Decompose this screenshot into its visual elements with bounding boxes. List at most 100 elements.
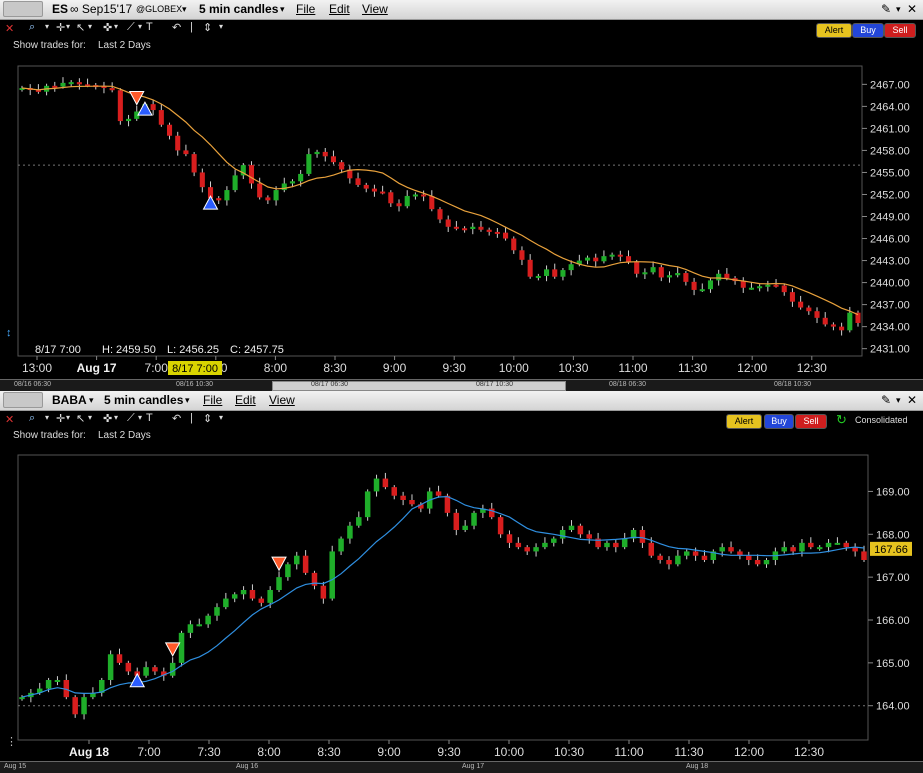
symbol-label[interactable]: ES	[52, 2, 68, 16]
bottom-chart[interactable]: 169.00 168.00 167.00 166.00 165.00 164.00 Aug …	[0, 431, 923, 761]
dropdown-icon[interactable]: ▾	[66, 22, 70, 31]
top-chart[interactable]: 2467.00 2464.00 2461.00 2458.00 2455.00 2452.…	[0, 40, 923, 380]
draw-icon[interactable]: ⟋	[127, 412, 135, 425]
candle-body	[707, 280, 714, 290]
exchange-label[interactable]: @GLOBEX	[136, 4, 182, 14]
top-time-scrollbar[interactable]: 08/16 06:30 08/16 10:30 08/17 06:30 08/1…	[0, 379, 923, 391]
dropdown-icon[interactable]: ▾	[45, 22, 49, 31]
alert-button[interactable]: Alert	[726, 414, 762, 429]
alert-button[interactable]: Alert	[816, 23, 852, 38]
candle-body	[544, 269, 550, 276]
zoom-icon[interactable]: ⌕	[29, 412, 35, 425]
axis-toggle-icon: ⋮	[6, 736, 17, 748]
timeframe-dropdown-icon[interactable]: ▾	[280, 4, 285, 15]
candle-body	[273, 190, 279, 201]
timeframe-dropdown-icon[interactable]: ▾	[185, 395, 190, 406]
candle-body	[404, 195, 410, 207]
close-icon[interactable]: ✕	[907, 2, 917, 16]
close-icon[interactable]: ✕	[5, 413, 14, 426]
wrench-icon[interactable]: ✎	[881, 2, 891, 16]
dropdown-icon[interactable]: ▾	[896, 395, 901, 406]
candle-body	[143, 667, 149, 676]
dropdown-icon[interactable]: ▾	[88, 22, 92, 31]
candle-body	[231, 594, 238, 599]
close-icon[interactable]: ✕	[5, 22, 14, 35]
bottom-time-scrollbar[interactable]: Aug 15 Aug 16 Aug 17 Aug 18	[0, 761, 923, 773]
menu-file[interactable]: File	[203, 393, 222, 407]
buy-button[interactable]: Buy	[764, 414, 794, 429]
sell-button[interactable]: Sell	[884, 23, 916, 38]
arrow-icon[interactable]: ↖	[76, 21, 85, 34]
menu-file[interactable]: File	[296, 2, 315, 16]
y-tick-label: 2452.00	[870, 189, 910, 201]
menu-edit[interactable]: Edit	[235, 393, 256, 407]
candle-body	[816, 547, 823, 550]
text-icon[interactable]: T	[146, 21, 153, 33]
menu-view[interactable]: View	[269, 393, 295, 407]
refresh-icon[interactable]: ↻	[836, 412, 847, 428]
scroll-label: 08/18 06:30	[609, 381, 646, 388]
candle-body	[861, 551, 867, 560]
dropdown-icon[interactable]: ▾	[114, 22, 118, 31]
text-icon[interactable]: T	[146, 412, 153, 424]
moving-average-line	[21, 495, 865, 698]
timeframe-label[interactable]: 5 min candles	[199, 2, 278, 16]
bottom-toolbar: BABA ▾ 5 min candles ▾ File Edit View ✎ …	[0, 391, 923, 411]
pan-icon[interactable]: ✜	[103, 21, 112, 34]
contract-label[interactable]: ∞ Sep15'17	[70, 2, 132, 16]
dropdown-icon[interactable]: ▾	[138, 413, 142, 422]
top-toolbar-row-2: ✕ ⌕ ▾ ✛ ▾ ↖ ▾ ✜ ▾ ⟋ ▾ T ↶ | ⇕ ▾ Show tra…	[0, 20, 923, 51]
crosshair-icon[interactable]: ✛	[56, 21, 65, 34]
axis-toggle-icon: ↕	[6, 327, 12, 339]
candle-body	[699, 289, 705, 292]
exchange-dropdown-icon[interactable]: ▾	[182, 4, 187, 15]
candle-body	[584, 257, 591, 261]
dropdown-icon[interactable]: ▾	[896, 4, 901, 15]
window-controls[interactable]	[3, 392, 43, 408]
expand-icon[interactable]: ⇕	[203, 412, 212, 425]
expand-icon[interactable]: ⇕	[203, 21, 212, 34]
sell-button[interactable]: Sell	[795, 414, 827, 429]
vertical-line-icon[interactable]: |	[190, 412, 193, 424]
undo-icon[interactable]: ↶	[172, 21, 181, 34]
symbol-dropdown-icon[interactable]: ▾	[89, 395, 94, 406]
pan-icon[interactable]: ✜	[103, 412, 112, 425]
x-tick-label: 11:00	[618, 361, 647, 375]
symbol-label[interactable]: BABA	[52, 393, 87, 407]
crosshair-icon[interactable]: ✛	[56, 412, 65, 425]
buy-marker	[129, 672, 146, 688]
dropdown-icon[interactable]: ▾	[114, 413, 118, 422]
candle-body	[746, 555, 752, 560]
timeframe-label[interactable]: 5 min candles	[104, 393, 183, 407]
candle-body	[765, 284, 771, 287]
y-tick-label: 164.00	[876, 701, 910, 713]
menu-edit[interactable]: Edit	[329, 2, 350, 16]
wrench-icon[interactable]: ✎	[881, 393, 891, 407]
scroll-label: 08/16 10:30	[176, 381, 213, 388]
candle-body	[808, 542, 814, 548]
dropdown-icon[interactable]: ▾	[45, 413, 49, 422]
dropdown-icon[interactable]: ▾	[219, 413, 223, 422]
consolidated-label[interactable]: Consolidated	[855, 415, 908, 425]
candle-body	[790, 547, 796, 552]
arrow-icon[interactable]: ↖	[76, 412, 85, 425]
draw-icon[interactable]: ⟋	[127, 21, 135, 34]
scroll-label: Aug 16	[236, 763, 259, 770]
dropdown-icon[interactable]: ▾	[219, 22, 223, 31]
candle-body	[373, 478, 380, 492]
candle-body	[396, 203, 402, 207]
candle-body	[497, 517, 504, 535]
candle-body	[798, 301, 804, 308]
dropdown-icon[interactable]: ▾	[66, 413, 70, 422]
dropdown-icon[interactable]: ▾	[88, 413, 92, 422]
dropdown-icon[interactable]: ▾	[138, 22, 142, 31]
window-controls[interactable]	[3, 1, 43, 17]
menu-view[interactable]: View	[362, 2, 388, 16]
zoom-icon[interactable]: ⌕	[29, 21, 35, 34]
buy-button[interactable]: Buy	[852, 23, 884, 38]
vertical-line-icon[interactable]: |	[190, 21, 193, 33]
y-tick-label: 166.00	[876, 615, 910, 627]
close-icon[interactable]: ✕	[907, 393, 917, 407]
undo-icon[interactable]: ↶	[172, 412, 181, 425]
candle-body	[799, 542, 805, 552]
